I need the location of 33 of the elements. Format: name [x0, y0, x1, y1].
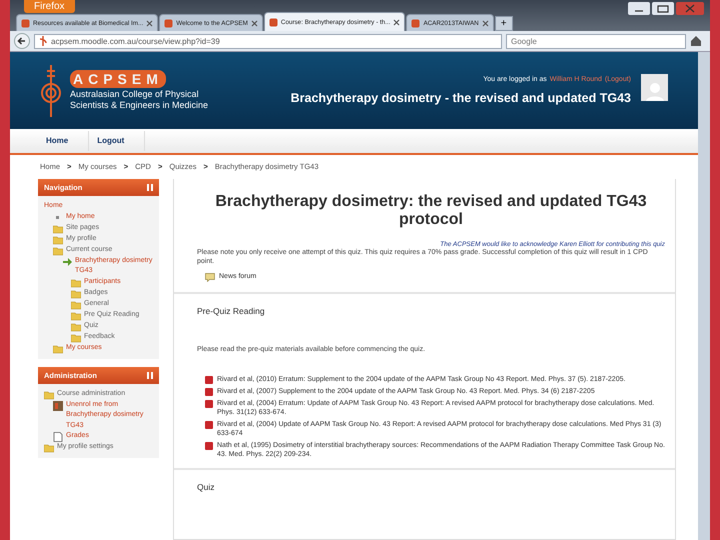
window-controls-icon	[628, 2, 704, 16]
menu-button[interactable]: Firefox	[24, 0, 75, 13]
favicon-icon	[411, 18, 420, 28]
logo-text: ACPSEM	[70, 70, 166, 88]
search-field[interactable]: Google	[506, 34, 686, 48]
close-icon	[250, 20, 258, 26]
favicon-icon	[268, 18, 278, 26]
home-icon	[690, 35, 702, 47]
nav-link[interactable]: Home	[38, 131, 90, 151]
close-icon	[393, 18, 400, 26]
avatar-silhouette-icon	[644, 81, 664, 101]
new-tab-button[interactable]: +	[494, 16, 513, 31]
dock-icon[interactable]	[147, 184, 153, 191]
course-title: Brachytherapy dosimetry - the revised and updated TG43	[290, 91, 631, 105]
nav-link[interactable]: Logout	[89, 131, 146, 151]
section-title: Pre-Quiz Reading	[197, 306, 266, 316]
organization-name: Australasian College of Physical	[70, 89, 200, 100]
address-field[interactable]: acpsem.moodle.com.au/course/view.php?id=39	[34, 34, 502, 48]
logo-icon	[40, 64, 62, 116]
forum-icon	[205, 273, 215, 282]
close-icon	[482, 20, 489, 26]
close-icon	[146, 20, 154, 26]
organization-name: Scientists & Engineers in Medicine	[70, 100, 208, 111]
favicon-icon	[21, 18, 30, 28]
page-icon	[53, 432, 63, 442]
pdf-file-icon	[205, 442, 213, 450]
dock-icon[interactable]	[147, 372, 153, 378]
folder-icon	[44, 390, 54, 400]
pdf-file-icon	[205, 421, 213, 429]
section-title: Quiz	[197, 482, 216, 492]
favicon-icon	[164, 18, 174, 28]
folder-icon	[44, 443, 54, 453]
page-title: Brachytherapy dosimetry: the revised and updated TG43 protocol	[214, 193, 648, 229]
